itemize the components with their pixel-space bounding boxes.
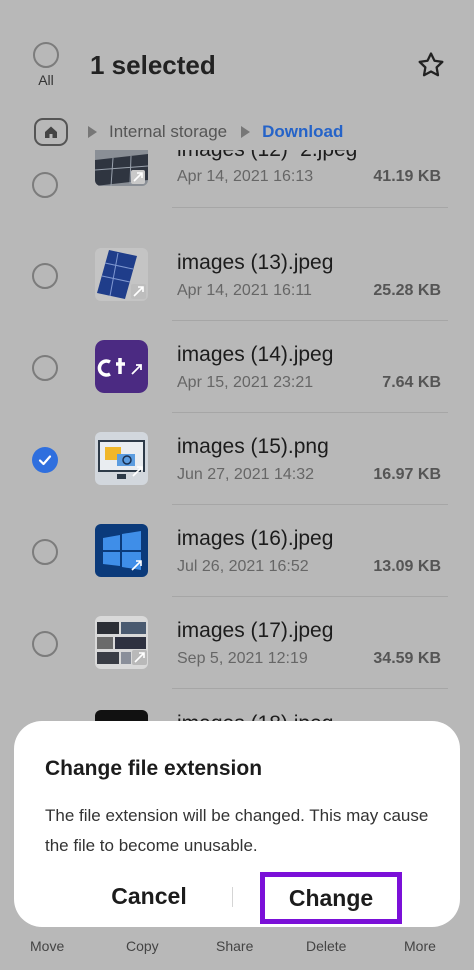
list-item[interactable]: images (16).jpeg Jul 26, 2021 16:52 13.0…: [0, 496, 474, 597]
list-item[interactable]: images (17).jpeg Sep 5, 2021 12:19 34.59…: [0, 588, 474, 689]
file-date: Apr 15, 2021 23:21: [177, 374, 314, 391]
file-name: images (12)~2.jpeg: [177, 150, 357, 162]
button-divider: [232, 887, 233, 907]
file-size: 41.19 KB: [373, 168, 441, 185]
item-checkbox[interactable]: [32, 172, 58, 198]
item-checkbox[interactable]: [32, 263, 58, 289]
file-name: images (15).png: [177, 435, 329, 458]
row-divider: [172, 207, 448, 208]
breadcrumb-download[interactable]: Download: [262, 122, 343, 142]
file-thumbnail: [95, 616, 148, 669]
file-thumbnail: [95, 248, 148, 301]
breadcrumb-arrow-icon: [88, 126, 97, 138]
breadcrumb: Internal storage Download: [34, 117, 357, 147]
file-date: Sep 5, 2021 12:19: [177, 650, 308, 667]
file-size: 7.64 KB: [382, 374, 441, 391]
file-size: 16.97 KB: [373, 466, 441, 483]
share-button[interactable]: Share: [216, 938, 253, 954]
file-thumbnail: [95, 432, 148, 485]
file-thumbnail: [95, 150, 148, 186]
list-item[interactable]: images (12)~2.jpeg Apr 14, 2021 16:13 41…: [0, 150, 474, 220]
delete-button[interactable]: Delete: [306, 938, 346, 954]
file-thumbnail: [95, 340, 148, 393]
file-size: 13.09 KB: [373, 558, 441, 575]
file-date: Jun 27, 2021 14:32: [177, 466, 315, 483]
file-manager-screen: All 1 selected Internal storage Download: [0, 0, 474, 970]
home-icon[interactable]: [34, 118, 68, 146]
dialog-message: The file extension will be changed. This…: [45, 806, 429, 855]
change-button[interactable]: Change: [260, 872, 402, 924]
checkmark-icon: [32, 447, 58, 473]
page-title: 1 selected: [90, 50, 216, 80]
breadcrumb-internal-storage[interactable]: Internal storage: [109, 122, 227, 142]
cancel-button[interactable]: Cancel: [74, 873, 224, 919]
list-item[interactable]: images (14).jpeg Apr 15, 2021 23:21 7.64…: [0, 312, 474, 413]
select-all-checkbox[interactable]: [33, 42, 59, 68]
file-name: images (16).jpeg: [177, 527, 334, 550]
file-name: images (17).jpeg: [177, 619, 334, 642]
more-button[interactable]: More: [404, 938, 436, 954]
file-name: images (13).jpeg: [177, 251, 334, 274]
move-button[interactable]: Move: [30, 938, 64, 954]
file-date: Apr 14, 2021 16:11: [177, 282, 312, 299]
file-date: Apr 14, 2021 16:13: [177, 168, 314, 185]
file-size: 25.28 KB: [373, 282, 441, 299]
select-all[interactable]: All: [30, 42, 62, 88]
file-thumbnail: [95, 524, 148, 577]
select-all-label: All: [38, 72, 54, 88]
star-icon[interactable]: [416, 50, 446, 80]
copy-button[interactable]: Copy: [126, 938, 159, 954]
file-size: 34.59 KB: [373, 650, 441, 667]
selection-header: All 1 selected: [0, 0, 474, 110]
dialog-title: Change file extension: [45, 757, 263, 780]
list-item[interactable]: images (15).png Jun 27, 2021 14:32 16.97…: [0, 404, 474, 505]
change-extension-dialog: Change file extension The file extension…: [14, 721, 460, 927]
list-item[interactable]: images (13).jpeg Apr 14, 2021 16:11 25.2…: [0, 220, 474, 321]
item-checkbox[interactable]: [32, 355, 58, 381]
breadcrumb-arrow-icon: [241, 126, 251, 138]
item-checkbox-checked[interactable]: [32, 447, 58, 473]
file-date: Jul 26, 2021 16:52: [177, 558, 309, 575]
file-name: images (14).jpeg: [177, 343, 334, 366]
item-checkbox[interactable]: [32, 539, 58, 565]
bottom-action-bar: Move Copy Share Delete More: [0, 930, 474, 970]
item-checkbox[interactable]: [32, 631, 58, 657]
file-list: images (12)~2.jpeg Apr 14, 2021 16:13 41…: [0, 150, 474, 730]
